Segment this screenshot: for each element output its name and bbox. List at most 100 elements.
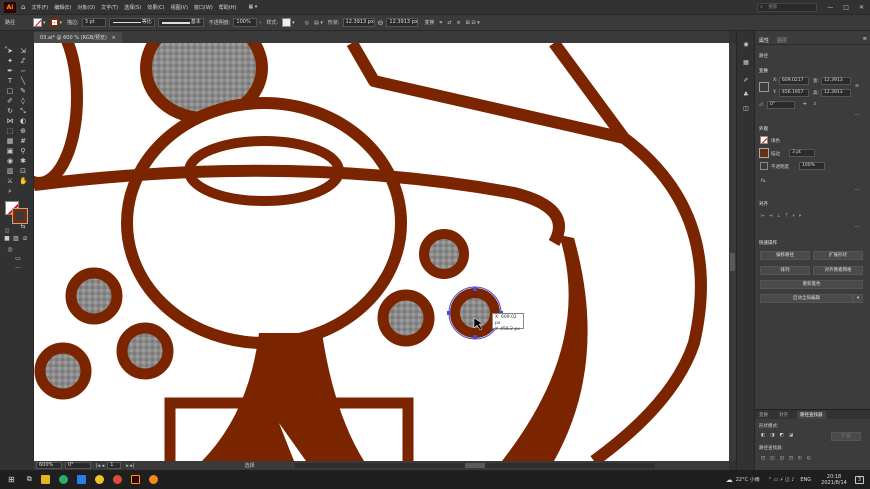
more-options-icon[interactable]: ···: [855, 225, 859, 230]
menu-type[interactable]: 文字(T): [101, 4, 118, 11]
close-icon[interactable]: ×: [112, 35, 116, 41]
type-tool-icon[interactable]: T: [6, 77, 14, 85]
chevron-down-icon[interactable]: ▾: [60, 20, 63, 26]
tab-properties[interactable]: 属性: [759, 37, 769, 44]
offset-path-button[interactable]: 偏移路径: [760, 251, 810, 260]
menu-file[interactable]: 文件(F): [31, 4, 48, 11]
pathfinder-buttons-icon[interactable]: ◰◱◲◳◴◵: [761, 456, 816, 461]
menu-edit[interactable]: 编辑(E): [54, 4, 71, 11]
fill-swatch[interactable]: [33, 18, 43, 27]
tray-icons[interactable]: ⌃ ▭ ⚡ ◫ ♪: [768, 477, 795, 483]
chevron-down-icon[interactable]: ▾: [292, 20, 295, 26]
vertical-scrollbar[interactable]: [729, 43, 736, 461]
artwork[interactable]: [34, 43, 729, 461]
search-input[interactable]: ⌕ 搜索: [757, 2, 818, 12]
menu-icon[interactable]: ≡: [456, 20, 460, 26]
swatches-panel-icon[interactable]: ▦: [742, 59, 750, 67]
qq-icon[interactable]: [94, 475, 104, 484]
shape-width-input[interactable]: 12.3913 px: [342, 18, 375, 27]
windows-start-icon[interactable]: ⊞: [8, 475, 15, 484]
dot-3[interactable]: [34, 342, 92, 400]
menu-view[interactable]: 视图(V): [171, 4, 188, 11]
align-icon[interactable]: ▤ ▾: [314, 20, 323, 26]
column-graph-icon[interactable]: ▥: [6, 167, 14, 175]
fx-button[interactable]: fx.: [761, 179, 767, 184]
opacity-input[interactable]: 100%: [799, 162, 825, 170]
perspective-grid-icon[interactable]: ▦: [6, 137, 14, 145]
home-icon[interactable]: ⌂: [21, 3, 25, 11]
dot-2[interactable]: [116, 322, 174, 380]
expand-button[interactable]: 扩展: [831, 432, 861, 441]
draw-mode-icon[interactable]: ◎: [6, 246, 14, 254]
brushes-panel-icon[interactable]: ✐: [742, 77, 750, 85]
fill-stroke-swatch[interactable]: [5, 201, 28, 224]
chrome-icon[interactable]: [112, 475, 122, 484]
shape-left-top[interactable]: [34, 43, 83, 189]
shape-body-right[interactable]: [590, 133, 707, 461]
color-panel-icon[interactable]: ◉: [742, 41, 750, 49]
rotate-tool-icon[interactable]: ↻: [6, 107, 14, 115]
selection-tool-icon[interactable]: ➤: [6, 47, 14, 55]
link-icon[interactable]: ⊖: [378, 19, 384, 27]
align-pixel-grid-button[interactable]: 对齐像素网格: [813, 266, 863, 275]
stroke-swatch[interactable]: [49, 18, 59, 27]
transform-icon[interactable]: ⌗: [439, 20, 442, 26]
variable-width-select[interactable]: 等比: [108, 18, 155, 27]
width-input[interactable]: 12.3913: [821, 77, 851, 85]
fill-swatch[interactable]: [760, 136, 768, 144]
artboard-canvas[interactable]: [34, 43, 729, 461]
more-options-icon[interactable]: ···: [855, 188, 859, 193]
mesh-tool-icon[interactable]: #: [19, 137, 27, 145]
more-tools-icon[interactable]: ···: [14, 265, 22, 273]
shape-height-input[interactable]: 12.3913 px: [386, 18, 419, 27]
layers-panel-icon[interactable]: ◫: [742, 105, 750, 113]
opacity-checkbox[interactable]: [760, 162, 768, 170]
warp-tool-icon[interactable]: ◐: [19, 117, 27, 125]
flip-horizontal-icon[interactable]: ⇹: [803, 102, 807, 107]
curvature-tool-icon[interactable]: ∽: [19, 67, 27, 75]
opacity-input[interactable]: 100%: [233, 18, 258, 27]
free-transform-icon[interactable]: ⬚: [6, 127, 14, 135]
clock[interactable]: 20:18 2021/8/14: [821, 474, 847, 486]
transform-label[interactable]: 变换: [424, 19, 434, 26]
blend-tool-icon[interactable]: ◉: [6, 157, 14, 165]
stroke-weight-input[interactable]: 3 pt: [81, 18, 106, 27]
zoom-select[interactable]: 600%: [36, 462, 62, 469]
global-edit-button[interactable]: 启动全局编辑: [760, 294, 853, 303]
shape-mode-buttons-icon[interactable]: ◧◨◩◪: [761, 433, 798, 438]
symbols-panel-icon[interactable]: ♣: [742, 91, 750, 99]
artboard-next-icon[interactable]: ▸ ▸|: [126, 463, 134, 469]
shaper-tool-icon[interactable]: ✐: [6, 97, 14, 105]
tab-transform[interactable]: 变换: [759, 412, 768, 418]
lasso-icon[interactable]: ᔑ: [19, 57, 27, 65]
anchor-point[interactable]: [473, 287, 477, 291]
distribute-icon[interactable]: ⊞ ⊟ ▾: [466, 20, 480, 26]
flip-vertical-icon[interactable]: ⇳: [813, 102, 817, 107]
chevron-right-icon[interactable]: ›: [259, 20, 261, 26]
menu-select[interactable]: 选择(S): [124, 4, 141, 11]
chevron-down-icon[interactable]: ▾: [853, 294, 863, 303]
maximize-button[interactable]: □: [843, 4, 849, 11]
x-input[interactable]: 609.0217: [779, 77, 809, 85]
shape-builder-icon[interactable]: ⊕: [19, 127, 27, 135]
stroke-weight-input[interactable]: 3 pt: [789, 149, 815, 157]
direct-selection-tool-icon[interactable]: ⇲: [19, 47, 27, 55]
recolor-icon[interactable]: ◎: [305, 20, 309, 26]
arrange-button[interactable]: 排列: [760, 266, 810, 275]
menu-window[interactable]: 窗口(W): [194, 4, 213, 11]
style-swatch[interactable]: [282, 18, 292, 27]
notifications-icon[interactable]: 3: [854, 475, 864, 484]
more-options-icon[interactable]: ···: [855, 113, 859, 118]
line-tool-icon[interactable]: ╲: [19, 77, 27, 85]
tab-layers[interactable]: 图层: [777, 37, 787, 44]
eraser-tool-icon[interactable]: ◊: [19, 97, 27, 105]
gradient-mode-icon[interactable]: ▨: [12, 235, 20, 243]
eyedropper-icon[interactable]: ⚲: [19, 147, 27, 155]
menu-help[interactable]: 帮助(H): [219, 4, 237, 11]
brush-tool-icon[interactable]: ✎: [19, 87, 27, 95]
width-tool-icon[interactable]: ⋈: [6, 117, 14, 125]
screen-mode-icon[interactable]: ▭: [14, 255, 22, 263]
reference-point-icon[interactable]: [759, 82, 769, 92]
expand-shape-button[interactable]: 扩展形状: [813, 251, 863, 260]
anchor-point[interactable]: [473, 335, 477, 339]
